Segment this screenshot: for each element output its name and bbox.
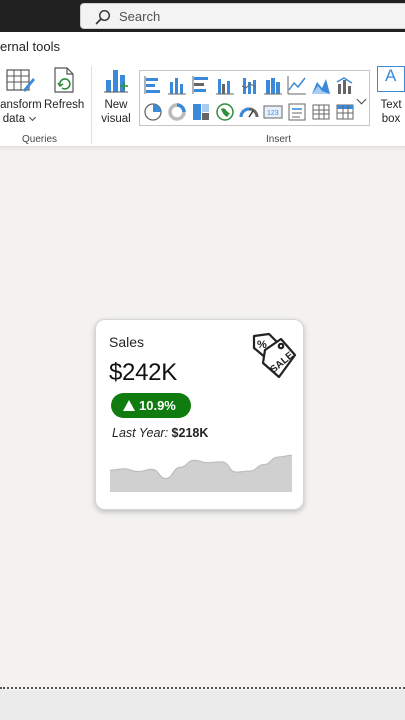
line-column-chart-icon[interactable] — [334, 74, 356, 96]
pie-chart-icon[interactable] — [142, 101, 164, 123]
sales-kpi-card[interactable]: Sales $242K % SALE 10.9% Last Year: $218… — [95, 319, 304, 510]
queries-group-label: Queries — [22, 134, 58, 145]
search-icon — [95, 9, 111, 25]
transform-label-line1: ransform — [0, 99, 42, 111]
svg-text:123: 123 — [267, 110, 279, 117]
page-tabs-bar — [0, 690, 405, 720]
new-visual-icon — [104, 70, 128, 93]
map-icon[interactable] — [214, 101, 236, 123]
sale-tag-icon: % SALE — [252, 332, 296, 379]
ribbon-separator — [91, 66, 92, 144]
transform-label-line2: data — [2, 113, 26, 125]
refresh-label: Refresh — [44, 99, 85, 111]
stacked-column-100-icon[interactable] — [262, 74, 284, 96]
stacked-bar-100-icon[interactable] — [238, 74, 260, 96]
stacked-column-chart-icon[interactable] — [166, 74, 188, 96]
insert-group-label: Insert — [266, 134, 292, 145]
last-year-value: $218K — [171, 426, 209, 440]
donut-chart-icon[interactable] — [166, 101, 188, 123]
refresh-icon — [54, 67, 74, 93]
transform-data-button[interactable]: ransform data — [0, 64, 44, 128]
visual-gallery: 123 — [139, 70, 355, 126]
change-value: 10.9% — [139, 398, 176, 413]
search-box[interactable]: Search — [80, 3, 405, 29]
stacked-bar-chart-icon[interactable] — [142, 74, 164, 96]
text-box-label-line1: Text — [380, 99, 402, 111]
gallery-more-button[interactable] — [354, 70, 370, 126]
change-badge: 10.9% — [111, 393, 191, 418]
up-arrow-icon — [123, 400, 135, 411]
table-icon[interactable] — [310, 101, 332, 123]
page-boundary — [0, 687, 405, 689]
title-bar: Search — [0, 0, 405, 32]
text-box-icon: A — [377, 66, 405, 92]
new-visual-label-line2: visual — [101, 113, 131, 125]
sparkline-area — [110, 455, 292, 492]
last-year-label: Last Year: — [112, 426, 169, 440]
card-value: $242K — [109, 359, 177, 386]
ribbon: ransform data Refresh Queries New visual… — [0, 60, 405, 147]
chevron-down-icon — [29, 113, 37, 122]
line-chart-icon[interactable] — [286, 74, 308, 96]
svg-text:%: % — [257, 339, 267, 351]
ribbon-tab-row: ernal tools — [0, 32, 405, 60]
transform-data-icon — [6, 69, 35, 92]
text-box-button[interactable]: A Text box — [374, 64, 405, 128]
text-box-glyph: A — [385, 66, 397, 85]
chevron-down-icon — [356, 94, 367, 105]
text-box-label-line2: box — [381, 113, 401, 125]
new-visual-label-line1: New — [104, 99, 128, 111]
clustered-bar-chart-icon[interactable] — [190, 74, 212, 96]
ribbon-shadow — [0, 147, 405, 151]
sales-sparkline — [110, 454, 292, 492]
search-placeholder: Search — [119, 9, 161, 24]
treemap-icon[interactable] — [190, 101, 212, 123]
clustered-column-chart-icon[interactable] — [214, 74, 236, 96]
last-year-row: Last Year: $218K — [112, 426, 208, 440]
new-visual-button[interactable]: New visual — [96, 64, 136, 128]
gauge-icon[interactable] — [238, 101, 260, 123]
card-icon[interactable]: 123 — [262, 101, 284, 123]
refresh-button[interactable]: Refresh — [44, 64, 85, 128]
area-chart-icon[interactable] — [310, 74, 332, 96]
matrix-icon[interactable] — [334, 101, 356, 123]
tab-external-tools[interactable]: ernal tools — [0, 39, 60, 54]
multi-row-card-icon[interactable] — [286, 101, 308, 123]
card-title: Sales — [109, 334, 145, 350]
